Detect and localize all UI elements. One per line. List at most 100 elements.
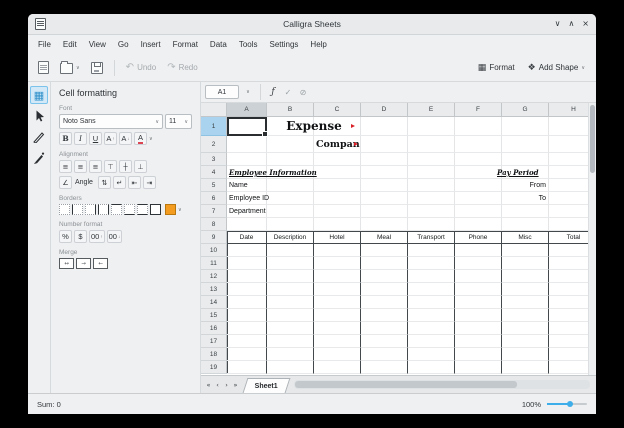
cell[interactable] [408,322,455,335]
pay-period-cell[interactable]: Pay Period [497,166,539,179]
pencil-tool-button[interactable] [30,149,48,167]
cell[interactable] [455,296,502,309]
cell[interactable] [455,153,502,166]
cell[interactable] [455,218,502,231]
precision-decrease-button[interactable]: 00 [107,230,123,243]
employee-information-cell[interactable]: Employee Information [229,166,317,179]
zoom-slider-knob[interactable] [567,401,573,407]
menu-edit[interactable]: Edit [57,40,83,49]
border-right-button[interactable] [85,204,96,215]
merge-cells-button[interactable]: ↔ [59,258,74,269]
cell[interactable] [408,283,455,296]
cell[interactable]: Date [227,231,267,244]
cell[interactable] [227,335,267,348]
column-header-E[interactable]: E [408,103,455,117]
menu-help[interactable]: Help [304,40,332,49]
cell[interactable] [361,136,408,153]
menu-insert[interactable]: Insert [135,40,167,49]
cell[interactable] [408,348,455,361]
cell[interactable] [361,348,408,361]
cell[interactable] [227,136,267,153]
cell[interactable] [408,117,455,136]
column-header-F[interactable]: F [455,103,502,117]
angle-button[interactable]: ∠ [59,176,72,189]
row-header-3[interactable]: 3 [201,153,227,166]
cell[interactable] [502,283,549,296]
cell[interactable] [408,257,455,270]
align-right-button[interactable]: ≡ [89,160,102,173]
cell[interactable] [267,283,314,296]
format-button[interactable]: ▦ Format [474,58,519,78]
cell[interactable] [455,257,502,270]
subscript-button[interactable]: A [119,132,132,145]
cell[interactable] [502,309,549,322]
cell[interactable] [408,136,455,153]
new-document-button[interactable] [35,58,52,78]
cell[interactable] [502,257,549,270]
currency-format-button[interactable]: $ [74,230,87,243]
sheet-canvas[interactable]: ABCDEFGH 123456789DateDescriptionHotelMe… [201,103,596,375]
cell[interactable] [361,117,408,136]
font-color-button[interactable]: A [134,132,147,145]
horizontal-scrollbar[interactable] [294,380,590,389]
cell[interactable] [408,309,455,322]
cell[interactable] [267,322,314,335]
cell[interactable] [408,296,455,309]
cell[interactable] [502,348,549,361]
cell[interactable] [502,244,549,257]
employee-id-cell[interactable]: Employee ID [229,192,269,205]
cell[interactable] [361,283,408,296]
cell[interactable] [267,205,314,218]
border-top-button[interactable] [111,204,122,215]
precision-increase-button[interactable]: 00 [89,230,105,243]
underline-button[interactable]: U [89,132,102,145]
merge-horizontal-button[interactable]: → [76,258,91,269]
row-header-12[interactable]: 12 [201,270,227,283]
row-header-13[interactable]: 13 [201,283,227,296]
indent-decrease-button[interactable]: ⇤ [128,176,141,189]
cell[interactable] [267,348,314,361]
align-left-button[interactable]: ≡ [59,160,72,173]
menu-format[interactable]: Format [167,40,204,49]
cell[interactable] [267,244,314,257]
cell[interactable] [455,361,502,374]
cell[interactable] [502,335,549,348]
select-all-corner[interactable] [201,103,227,117]
cell[interactable]: Transport [408,231,455,244]
bold-button[interactable]: B [59,132,72,145]
row-header-9[interactable]: 9 [201,231,227,244]
cell[interactable] [502,270,549,283]
row-header-16[interactable]: 16 [201,322,227,335]
cell[interactable] [361,179,408,192]
column-header-C[interactable]: C [314,103,361,117]
cell[interactable] [361,192,408,205]
cell[interactable]: Hotel [314,231,361,244]
cell[interactable] [227,244,267,257]
cell[interactable] [455,283,502,296]
undo-button[interactable]: ↶ Undo [123,58,160,78]
cell[interactable] [455,335,502,348]
column-header-G[interactable]: G [502,103,549,117]
open-document-button[interactable]: ∨ [57,58,83,78]
cell[interactable] [314,270,361,283]
row-header-17[interactable]: 17 [201,335,227,348]
cell[interactable] [361,244,408,257]
cell[interactable] [502,361,549,374]
department-cell[interactable]: Department [229,205,266,218]
cell[interactable] [314,335,361,348]
cell[interactable] [267,257,314,270]
cell[interactable] [502,117,549,136]
vertical-scrollbar[interactable] [588,103,596,375]
cell[interactable] [267,153,314,166]
cell[interactable] [361,322,408,335]
cell[interactable] [408,192,455,205]
cell[interactable] [314,153,361,166]
cell[interactable] [361,153,408,166]
cell[interactable] [502,136,549,153]
last-sheet-button[interactable]: » [231,381,240,389]
cell[interactable] [455,348,502,361]
cell[interactable] [267,179,314,192]
row-header-10[interactable]: 10 [201,244,227,257]
cell[interactable] [455,309,502,322]
align-top-button[interactable]: ⊤ [104,160,117,173]
